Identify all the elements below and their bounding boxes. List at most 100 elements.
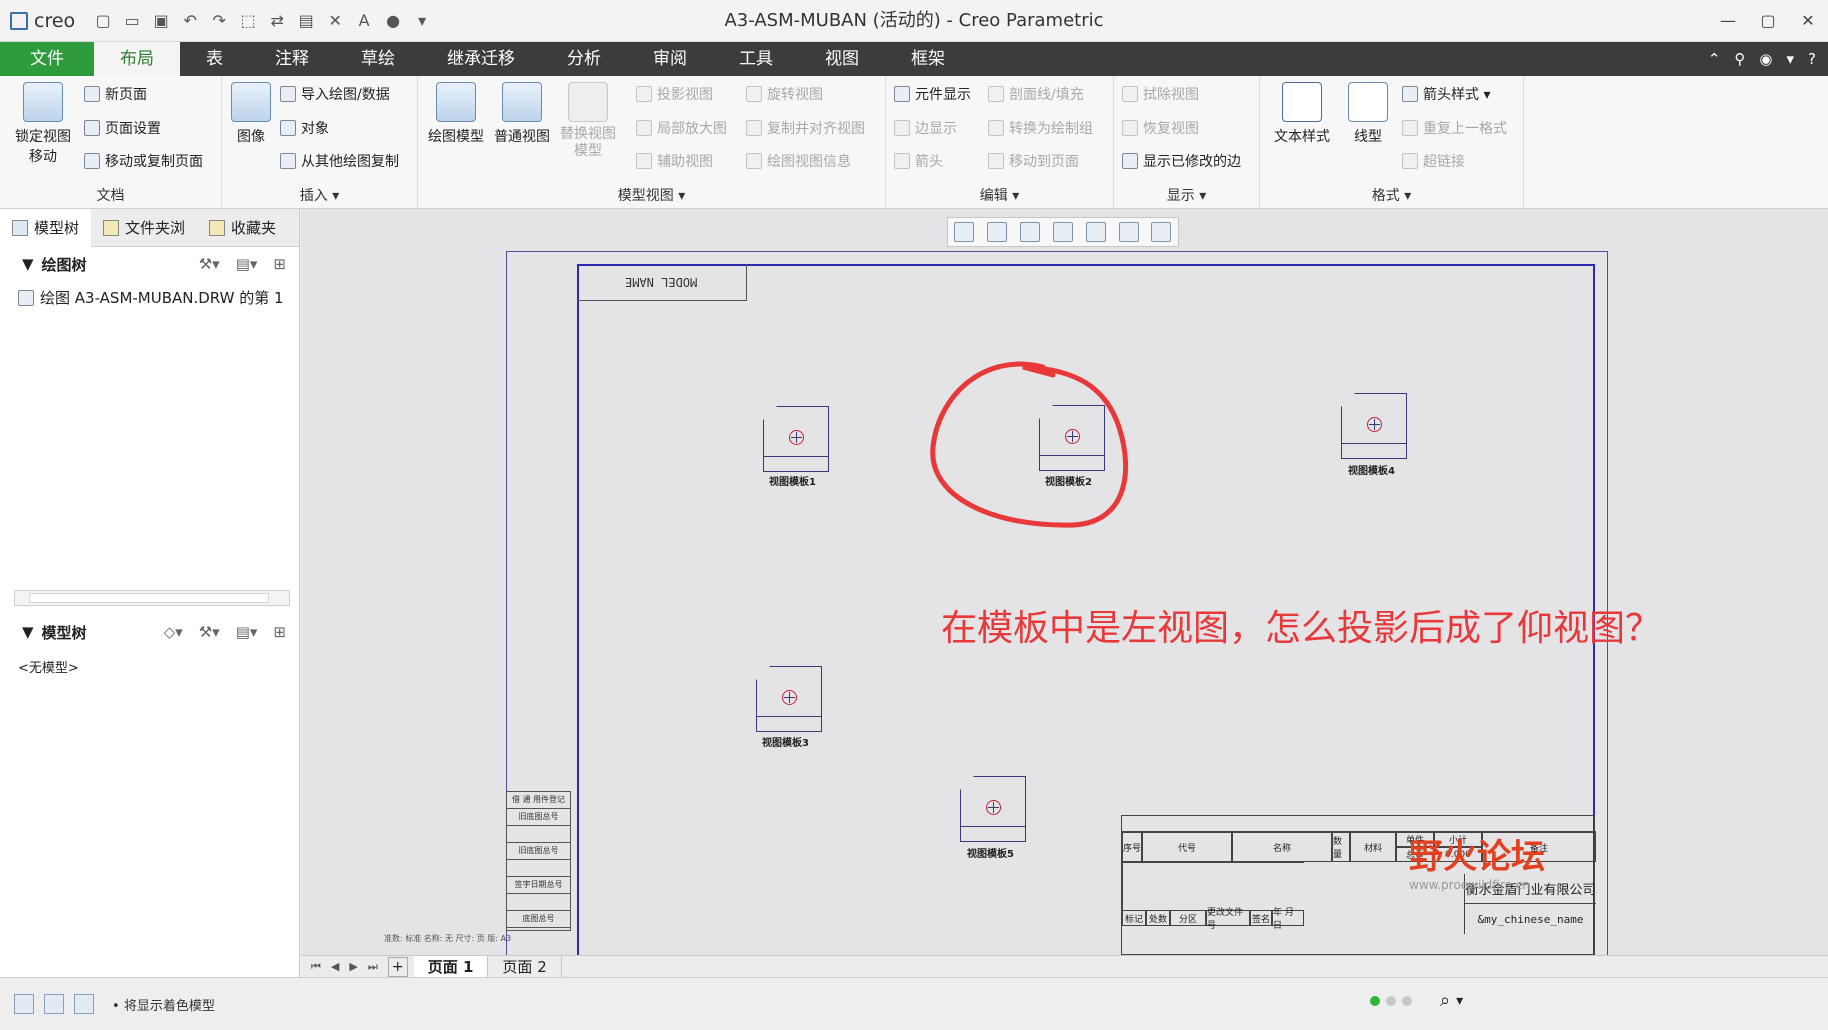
group-label-edit[interactable]: 编辑 ▾ <box>886 185 1113 205</box>
cross-section-button[interactable]: 剖面线/填充 <box>988 84 1084 104</box>
drawing-tree-header[interactable]: ▼ 绘图树 ⚒▾ ▤▾ ⊞ <box>0 247 300 281</box>
tab-annotate[interactable]: 注释 <box>249 42 335 76</box>
new-page-button[interactable]: 新页面 <box>84 84 147 104</box>
tab-tools[interactable]: 工具 <box>713 42 799 76</box>
tab-frame[interactable]: 框架 <box>885 42 971 76</box>
regenerate-icon[interactable]: ⇄ <box>267 11 287 31</box>
windows-icon[interactable]: ▤ <box>296 11 316 31</box>
tab-sketch[interactable]: 草绘 <box>335 42 421 76</box>
close-window-icon[interactable]: ✕ <box>325 11 345 31</box>
page-tab-2[interactable]: 页面 2 <box>488 955 562 978</box>
tab-table[interactable]: 表 <box>180 42 249 76</box>
datum-display-icon[interactable] <box>1151 222 1172 242</box>
tree-filter-icon[interactable]: ▤▾ <box>236 255 258 273</box>
component-display-button[interactable]: 元件显示 <box>894 84 971 104</box>
copy-align-view-button[interactable]: 复制并对齐视图 <box>746 118 865 138</box>
view-info-button[interactable]: 绘图视图信息 <box>746 151 851 171</box>
search-icon[interactable]: ⚲ <box>1734 50 1745 68</box>
display-style-icon[interactable] <box>1085 222 1106 242</box>
copy-from-drawing-button[interactable]: 从其他绘图复制 <box>280 151 399 171</box>
regen-status-icon[interactable] <box>1370 995 1380 1006</box>
saved-orientation-icon[interactable] <box>1118 222 1139 242</box>
line-style-button[interactable]: 线型 <box>1340 82 1396 146</box>
group-label-format[interactable]: 格式 ▾ <box>1260 185 1523 205</box>
save-icon[interactable]: ▣ <box>151 11 171 31</box>
general-view-button[interactable]: 普通视图 <box>492 82 552 146</box>
appearance-icon[interactable]: ● <box>383 11 403 31</box>
hyperlink-button[interactable]: 超链接 <box>1402 151 1465 171</box>
browser-toggle-icon[interactable] <box>44 994 64 1014</box>
import-drawing-button[interactable]: 导入绘图/数据 <box>280 84 390 104</box>
page-setup-button[interactable]: 页面设置 <box>84 118 161 138</box>
move-to-page-button[interactable]: 移动到页面 <box>988 151 1079 171</box>
tab-favorites[interactable]: 收藏夹 <box>197 209 288 247</box>
prev-page-icon[interactable]: ◀ <box>331 960 339 974</box>
redo-icon[interactable]: ↷ <box>209 11 229 31</box>
tab-folder-browser[interactable]: 文件夹浏 <box>91 209 197 247</box>
text-style-button[interactable]: 文本样式 <box>1268 82 1336 146</box>
tab-legacy-migration[interactable]: 继承迁移 <box>421 42 541 76</box>
horizontal-scrollbar[interactable] <box>14 590 290 606</box>
model-display-icon[interactable]: ◇▾ <box>164 623 183 641</box>
collapse-triangle-icon[interactable]: ▼ <box>22 255 34 273</box>
new-file-icon[interactable]: ▢ <box>93 11 113 31</box>
repaint-icon[interactable] <box>1052 222 1073 242</box>
find-icon[interactable]: ⌕ <box>1440 990 1450 1011</box>
move-copy-page-button[interactable]: 移动或复制页面 <box>84 151 203 171</box>
lock-view-move-button[interactable]: 锁定视图 移动 <box>8 82 78 166</box>
scrollbar-thumb[interactable] <box>29 593 269 603</box>
learning-icon[interactable]: ◉ <box>1759 50 1772 68</box>
drawing-canvas[interactable]: MODEL NAME 视图模板1 视图模板2 视图模板3 视图模板4 视图模板5… <box>301 209 1828 955</box>
tab-view[interactable]: 视图 <box>799 42 885 76</box>
open-file-icon[interactable]: ▭ <box>122 11 142 31</box>
maximize-icon[interactable]: ▢ <box>1748 0 1788 42</box>
repeat-last-format-button[interactable]: 重复上一格式 <box>1402 118 1507 138</box>
view-template-4[interactable] <box>1341 393 1407 459</box>
first-page-icon[interactable]: ⏮ <box>311 960 321 974</box>
view-template-3[interactable] <box>756 666 822 732</box>
tab-analysis[interactable]: 分析 <box>541 42 627 76</box>
drawing-tree-item[interactable]: 绘图 A3-ASM-MUBAN.DRW 的第 1 <box>18 287 284 308</box>
tree-settings-icon[interactable]: ⚒▾ <box>199 623 220 641</box>
drawing-model-button[interactable]: 绘图模型 <box>426 82 486 146</box>
select-box-icon[interactable]: ⬚ <box>238 11 258 31</box>
customize-qat-icon[interactable]: ▾ <box>412 11 432 31</box>
selection-filter-dropdown[interactable]: ▾ <box>1456 993 1463 1009</box>
image-button[interactable]: 图像 <box>228 82 274 146</box>
next-page-icon[interactable]: ▶ <box>349 960 357 974</box>
page-tab-1[interactable]: 页面 1 <box>413 955 489 978</box>
zoom-out-icon[interactable] <box>1020 222 1041 242</box>
collapse-triangle-icon[interactable]: ▼ <box>22 623 34 641</box>
tree-filter-icon[interactable]: ▤▾ <box>236 623 258 641</box>
projection-view-button[interactable]: 投影视图 <box>636 84 713 104</box>
replace-view-model-button[interactable]: 替换视图 模型 <box>558 82 618 160</box>
last-page-icon[interactable]: ⏭ <box>368 960 378 974</box>
view-template-5[interactable] <box>960 776 1026 842</box>
edge-display-button[interactable]: 边显示 <box>894 118 957 138</box>
tab-file[interactable]: 文件 <box>0 42 94 76</box>
view-template-1[interactable] <box>763 406 829 472</box>
arrow-style-button[interactable]: 箭头样式 ▾ <box>1402 84 1490 104</box>
undo-icon[interactable]: ↶ <box>180 11 200 31</box>
collapse-ribbon-icon[interactable]: ⌃ <box>1708 50 1721 68</box>
zoom-in-icon[interactable] <box>987 222 1008 242</box>
tree-settings-icon[interactable]: ⚒▾ <box>199 255 220 273</box>
fullscreen-icon[interactable] <box>74 994 94 1014</box>
minimize-icon[interactable]: — <box>1708 0 1748 42</box>
revolved-view-button[interactable]: 旋转视图 <box>746 84 823 104</box>
auxiliary-view-button[interactable]: 辅助视图 <box>636 151 713 171</box>
restore-view-button[interactable]: 恢复视图 <box>1122 118 1199 138</box>
close-icon[interactable]: ✕ <box>1788 0 1828 42</box>
text-icon[interactable]: A <box>354 11 374 31</box>
tree-columns-icon[interactable]: ⊞ <box>273 255 286 273</box>
app-logo[interactable]: creo <box>0 10 85 32</box>
show-modified-edges-button[interactable]: 显示已修改的边 <box>1122 151 1241 171</box>
tree-columns-icon[interactable]: ⊞ <box>273 623 286 641</box>
help-icon[interactable]: ? <box>1808 50 1816 68</box>
group-label-display[interactable]: 显示 ▾ <box>1114 185 1259 205</box>
group-label-insert[interactable]: 插入 ▾ <box>222 185 417 205</box>
convert-draw-group-button[interactable]: 转换为绘制组 <box>988 118 1093 138</box>
tab-model-tree[interactable]: 模型树 <box>0 208 92 247</box>
navigator-toggle-icon[interactable] <box>14 994 34 1014</box>
tab-layout[interactable]: 布局 <box>94 42 180 76</box>
